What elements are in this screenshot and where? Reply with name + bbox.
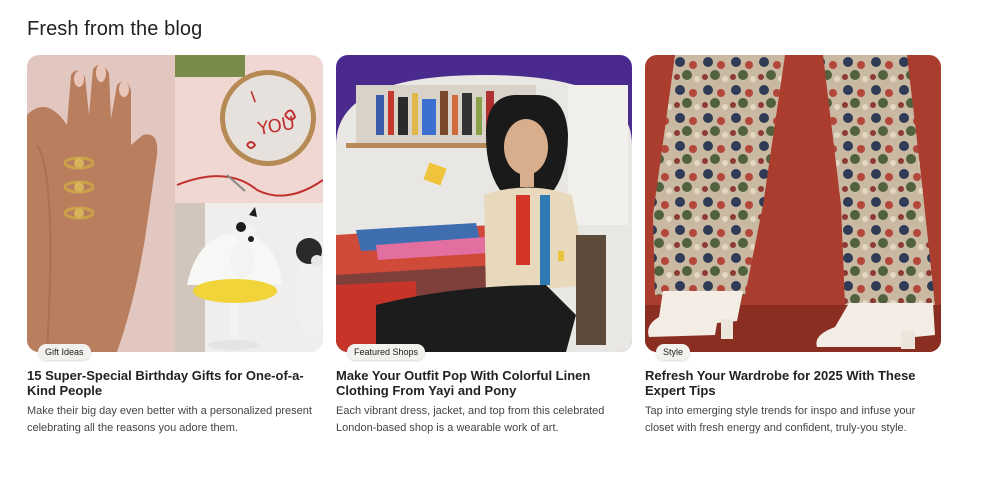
blog-card-list: I YOU Gift Ideas 15 Super-Special Birthd… xyxy=(27,55,941,436)
card-description: Make their big day even better with a pe… xyxy=(27,405,312,434)
gift-collage-image: I YOU xyxy=(27,55,323,352)
blog-card-style[interactable]: Style Refresh Your Wardrobe for 2025 Wit… xyxy=(645,55,941,436)
blog-section: Fresh from the blog I YOU Gift Ideas 15 … xyxy=(0,0,1000,484)
blog-card-gift-ideas[interactable]: I YOU Gift Ideas 15 Super-Special Birthd… xyxy=(27,55,323,436)
card-title[interactable]: Refresh Your Wardrobe for 2025 With Thes… xyxy=(645,368,941,398)
card-description: Tap into emerging style trends for inspo… xyxy=(645,405,916,434)
blog-card-featured-shops[interactable]: Featured Shops Make Your Outfit Pop With… xyxy=(336,55,632,436)
card-tag[interactable]: Gift Ideas xyxy=(38,344,91,360)
card-tag[interactable]: Featured Shops xyxy=(347,344,426,360)
card-image-wardrobe[interactable] xyxy=(645,55,941,352)
section-title: Fresh from the blog xyxy=(27,18,203,40)
seated-woman-image xyxy=(336,55,632,352)
card-title[interactable]: Make Your Outfit Pop With Colorful Linen… xyxy=(336,368,632,398)
card-image-gift-collage[interactable]: I YOU xyxy=(27,55,323,352)
card-title[interactable]: 15 Super-Special Birthday Gifts for One-… xyxy=(27,368,323,398)
floral-pants-image xyxy=(645,55,941,352)
card-image-yayi-pony[interactable] xyxy=(336,55,632,352)
card-tag[interactable]: Style xyxy=(656,344,691,360)
card-description: Each vibrant dress, jacket, and top from… xyxy=(336,405,605,434)
